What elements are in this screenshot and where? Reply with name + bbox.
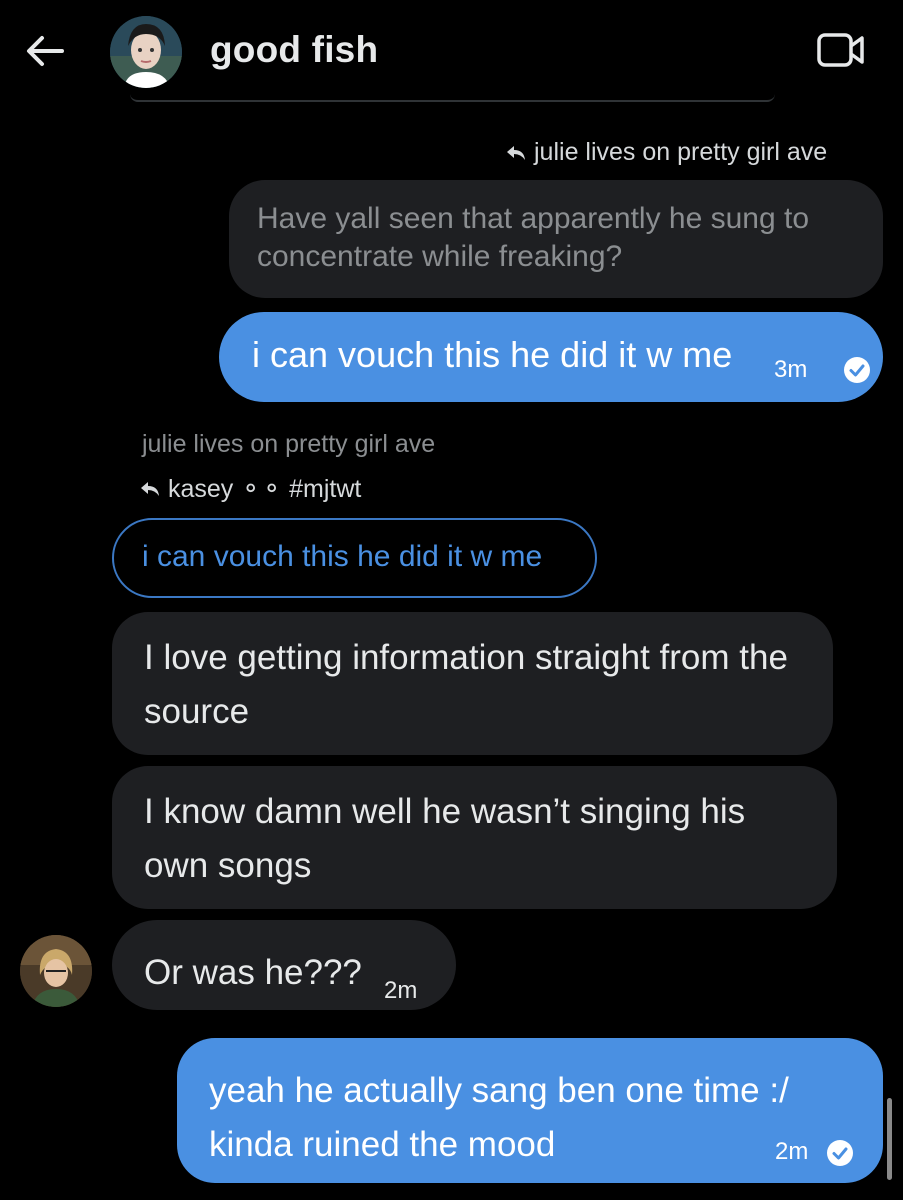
read-check-icon	[844, 357, 870, 383]
message-time: 2m	[775, 1138, 809, 1165]
reply-arrow-icon	[507, 145, 525, 160]
received-message[interactable]: Or was he??? 2m	[112, 920, 456, 1010]
video-camera-icon	[817, 33, 864, 67]
reply-to-name: julie lives on pretty girl ave	[534, 138, 828, 166]
message-text: i can vouch this he did it w me	[252, 334, 733, 375]
conversation-header: good fish	[0, 0, 903, 102]
message-text: yeah he actually sang ben one time :/ ki…	[209, 1071, 789, 1164]
sent-message[interactable]: yeah he actually sang ben one time :/ ki…	[177, 1038, 883, 1183]
quoted-message[interactable]: Have yall seen that apparently he sung t…	[229, 180, 883, 298]
page-title[interactable]: good fish	[210, 29, 378, 71]
sender-name: julie lives on pretty girl ave	[142, 430, 436, 458]
arrow-left-icon	[27, 36, 64, 66]
message-time: 3m	[774, 356, 808, 383]
avatar[interactable]	[110, 16, 182, 88]
avatar[interactable]	[20, 935, 92, 1007]
sent-message[interactable]: i can vouch this he did it w me 3m	[219, 312, 883, 402]
message-text: Or was he???	[144, 953, 362, 992]
message-time: 2m	[384, 977, 418, 1004]
received-message[interactable]: I know damn well he wasn’t singing his o…	[112, 766, 837, 909]
reply-to-name: kasey ⚬⚬ #mjtwt	[168, 475, 362, 503]
back-button[interactable]	[22, 28, 68, 74]
quoted-message[interactable]: i can vouch this he did it w me	[112, 518, 597, 598]
video-call-button[interactable]	[817, 32, 865, 68]
received-message[interactable]: I love getting information straight from…	[112, 612, 833, 755]
divider	[130, 94, 775, 102]
read-check-icon	[827, 1140, 853, 1166]
scrollbar[interactable]	[887, 1098, 892, 1180]
reply-context[interactable]: julie lives on pretty girl ave	[506, 138, 827, 167]
reply-context[interactable]: kasey ⚬⚬ #mjtwt	[140, 474, 361, 504]
reply-arrow-icon	[141, 482, 159, 496]
